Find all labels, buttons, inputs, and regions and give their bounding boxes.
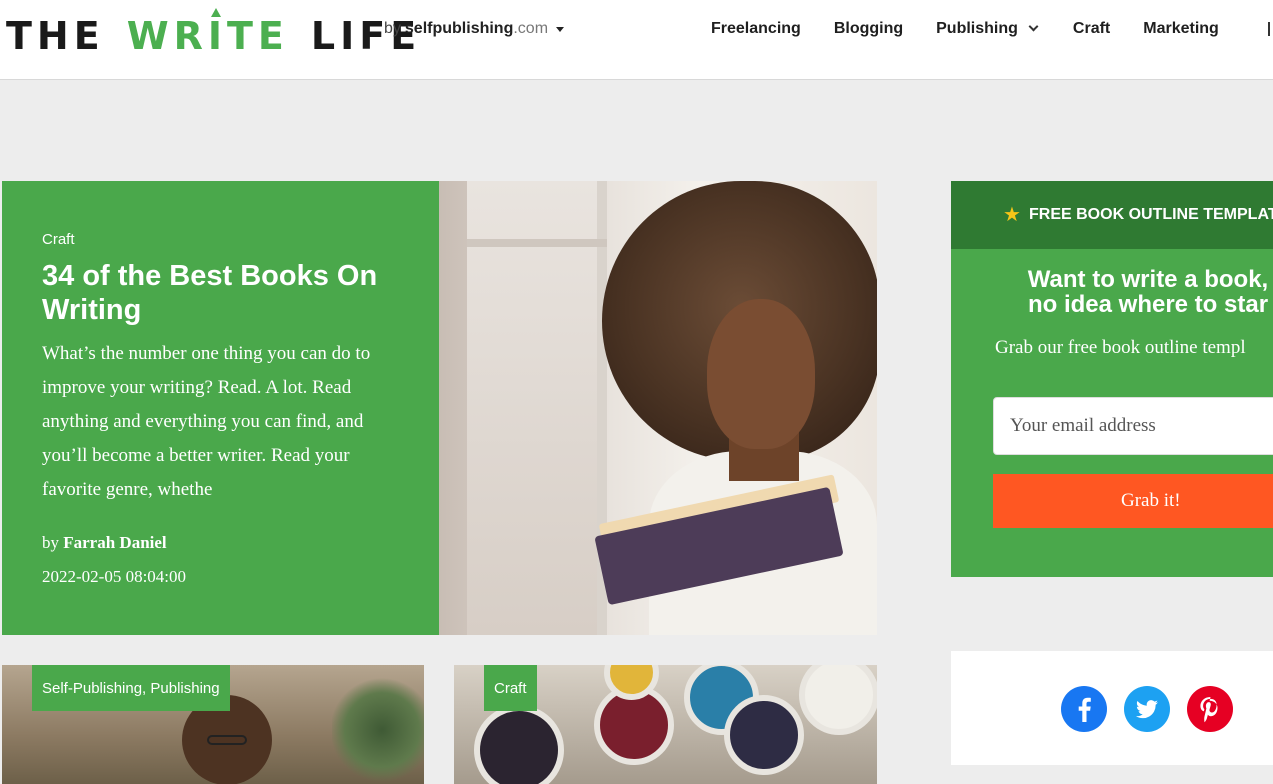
nav-item-publishing-label: Publishing: [936, 20, 1018, 37]
caret-down-icon: [556, 26, 565, 32]
network-site-tld: .com: [513, 20, 549, 37]
nav-item-freelancing[interactable]: Freelancing: [711, 20, 801, 38]
featured-post-excerpt: What’s the number one thing you can do t…: [42, 343, 371, 500]
featured-post-date: 2022-02-05 08:04:00: [42, 567, 187, 586]
image-face: [707, 299, 815, 449]
book-outline-optin: ★ FREE BOOK OUTLINE TEMPLATE Want to wri…: [951, 181, 1273, 577]
featured-post[interactable]: Craft 34 of the Best Books On Writing Wh…: [2, 181, 877, 635]
card-image-plant: [332, 675, 424, 784]
site-logo[interactable]: THE WRITE LIFE: [6, 8, 421, 58]
post-card[interactable]: Craft: [454, 665, 877, 784]
facebook-icon[interactable]: [1061, 686, 1107, 732]
logo-word-write: WRITE: [126, 8, 289, 58]
network-dropdown[interactable]: by selfpublishing.com: [384, 20, 565, 38]
nav-item-blogging[interactable]: Blogging: [834, 20, 903, 38]
twitter-icon[interactable]: [1124, 686, 1170, 732]
optin-title-line1: Want to write a book,: [1027, 266, 1269, 293]
featured-post-author[interactable]: Farrah Daniel: [63, 533, 166, 552]
optin-subtitle: Grab our free book outline templ: [995, 337, 1246, 358]
featured-post-category[interactable]: Craft: [42, 231, 75, 248]
featured-post-image[interactable]: [439, 181, 877, 635]
byline-prefix: by: [384, 20, 401, 37]
optin-title-line2: no idea where to star: [1027, 291, 1269, 318]
nav-item-publishing[interactable]: Publishing: [936, 20, 1039, 38]
pencil-tip-icon: [210, 8, 221, 17]
post-card-category[interactable]: Self-Publishing, Publishing: [32, 665, 230, 711]
network-site-name: selfpublishing.com: [405, 20, 548, 38]
star-icon: ★: [1003, 204, 1021, 226]
optin-title: Want to write a book, no idea where to s…: [983, 267, 1273, 317]
grab-it-button[interactable]: Grab it!: [993, 474, 1273, 528]
image-window-frame: [467, 181, 607, 635]
chevron-down-icon: [1028, 21, 1039, 31]
image-window-bar: [467, 239, 607, 247]
post-card-category[interactable]: Craft: [484, 665, 537, 711]
card-image-paint-can: [724, 695, 804, 775]
card-image-paint-can: [474, 705, 564, 784]
optin-badge: FREE BOOK OUTLINE TEMPLATE: [1029, 206, 1273, 223]
byline-by: by: [42, 533, 59, 552]
social-links: [951, 651, 1273, 765]
card-image-paint-can: [799, 665, 877, 735]
featured-post-title[interactable]: 34 of the Best Books On Writing: [42, 259, 422, 327]
featured-post-byline: by Farrah Daniel: [42, 533, 167, 553]
email-field[interactable]: [993, 397, 1273, 455]
pinterest-icon[interactable]: [1187, 686, 1233, 732]
logo-word-write-text: WRITE: [126, 14, 289, 58]
network-site-main: selfpublishing: [404, 20, 514, 37]
main-nav: Freelancing Blogging Publishing Craft Ma…: [711, 20, 1219, 38]
site-header: THE WRITE LIFE by selfpublishing.com Fre…: [0, 0, 1273, 80]
card-image-glasses: [207, 735, 247, 745]
optin-header: ★ FREE BOOK OUTLINE TEMPLATE: [951, 181, 1273, 249]
logo-word-the: THE: [6, 14, 105, 58]
nav-item-craft[interactable]: Craft: [1073, 20, 1110, 38]
nav-overflow-edge: [1268, 22, 1270, 36]
nav-item-marketing[interactable]: Marketing: [1143, 20, 1219, 38]
featured-post-text-panel: Craft 34 of the Best Books On Writing Wh…: [2, 181, 439, 635]
post-card[interactable]: Self-Publishing, Publishing: [2, 665, 424, 784]
